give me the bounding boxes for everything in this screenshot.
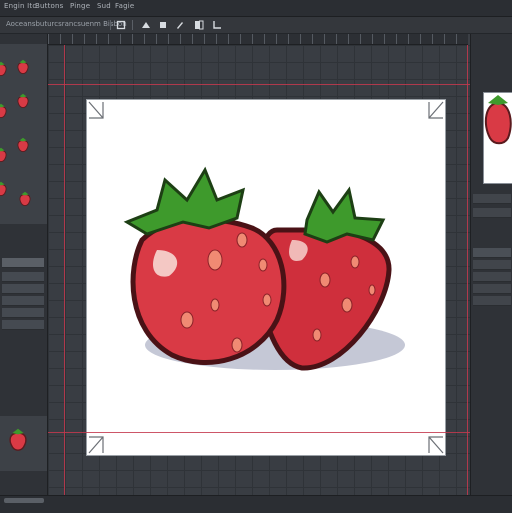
layer-row[interactable] <box>473 248 511 258</box>
strawberry-artwork <box>88 101 444 454</box>
bottom-thumbnail-area <box>0 416 47 471</box>
strawberry-thumbnail[interactable] <box>16 190 34 208</box>
brush-icon[interactable] <box>175 20 185 30</box>
asset-thumbnail-strip <box>0 44 47 224</box>
layers-icon[interactable] <box>194 20 204 30</box>
strawberry-thumbnail[interactable] <box>14 58 32 76</box>
horizontal-ruler[interactable] <box>48 34 468 45</box>
layers-list <box>0 232 47 412</box>
crop-icon[interactable] <box>212 20 222 30</box>
layer-row[interactable] <box>2 296 44 306</box>
toolbar-divider <box>110 20 111 30</box>
strawberry-preview-image <box>484 95 512 145</box>
strawberry-thumbnail[interactable] <box>0 60 10 78</box>
layer-row[interactable] <box>473 272 511 282</box>
artboard-canvas[interactable] <box>86 99 446 456</box>
toolbar-label: Aoceansbuturcsrancsuenm Bisbon <box>6 20 127 28</box>
layer-row[interactable] <box>473 260 511 270</box>
status-bar <box>0 495 512 513</box>
layer-row[interactable] <box>2 284 44 294</box>
strawberry-thumbnail[interactable] <box>4 426 32 454</box>
vertical-guide[interactable] <box>64 45 65 495</box>
menu-item-5[interactable]: Fagie <box>115 2 134 10</box>
navigator-preview[interactable] <box>483 92 512 184</box>
strawberry-thumbnail[interactable] <box>0 180 10 198</box>
horizontal-scrollbar[interactable] <box>4 498 44 503</box>
menu-bar: Engin Itc Buttons Pinge Sud Fagie <box>0 0 512 17</box>
blend-icon[interactable] <box>141 20 151 30</box>
layer-row[interactable] <box>473 284 511 294</box>
strawberry-thumbnail[interactable] <box>0 146 10 164</box>
layer-row-selected[interactable] <box>2 258 44 268</box>
layer-row[interactable] <box>2 272 44 282</box>
toolbar: Aoceansbuturcsrancsuenm Bisbon <box>0 17 512 34</box>
search-icon[interactable] <box>473 208 511 218</box>
menu-item-4[interactable]: Sud <box>97 2 111 10</box>
strawberry-thumbnail[interactable] <box>14 92 32 110</box>
horizontal-guide[interactable] <box>48 432 470 433</box>
strawberry-thumbnail[interactable] <box>14 136 32 154</box>
menu-item-2[interactable]: Buttons <box>35 2 64 10</box>
horizontal-guide[interactable] <box>48 84 470 85</box>
strawberry-thumbnail[interactable] <box>0 102 10 120</box>
layer-row[interactable] <box>473 296 511 306</box>
panel-tab[interactable] <box>473 194 511 204</box>
fill-icon[interactable] <box>158 20 168 30</box>
menu-item-3[interactable]: Pinge <box>70 2 90 10</box>
toolbar-divider <box>132 20 133 30</box>
layer-row[interactable] <box>2 308 44 318</box>
layer-row[interactable] <box>2 320 44 330</box>
menu-item-1[interactable]: Engin Itc <box>4 2 36 10</box>
vertical-guide[interactable] <box>467 45 468 495</box>
square-icon[interactable] <box>116 20 126 30</box>
